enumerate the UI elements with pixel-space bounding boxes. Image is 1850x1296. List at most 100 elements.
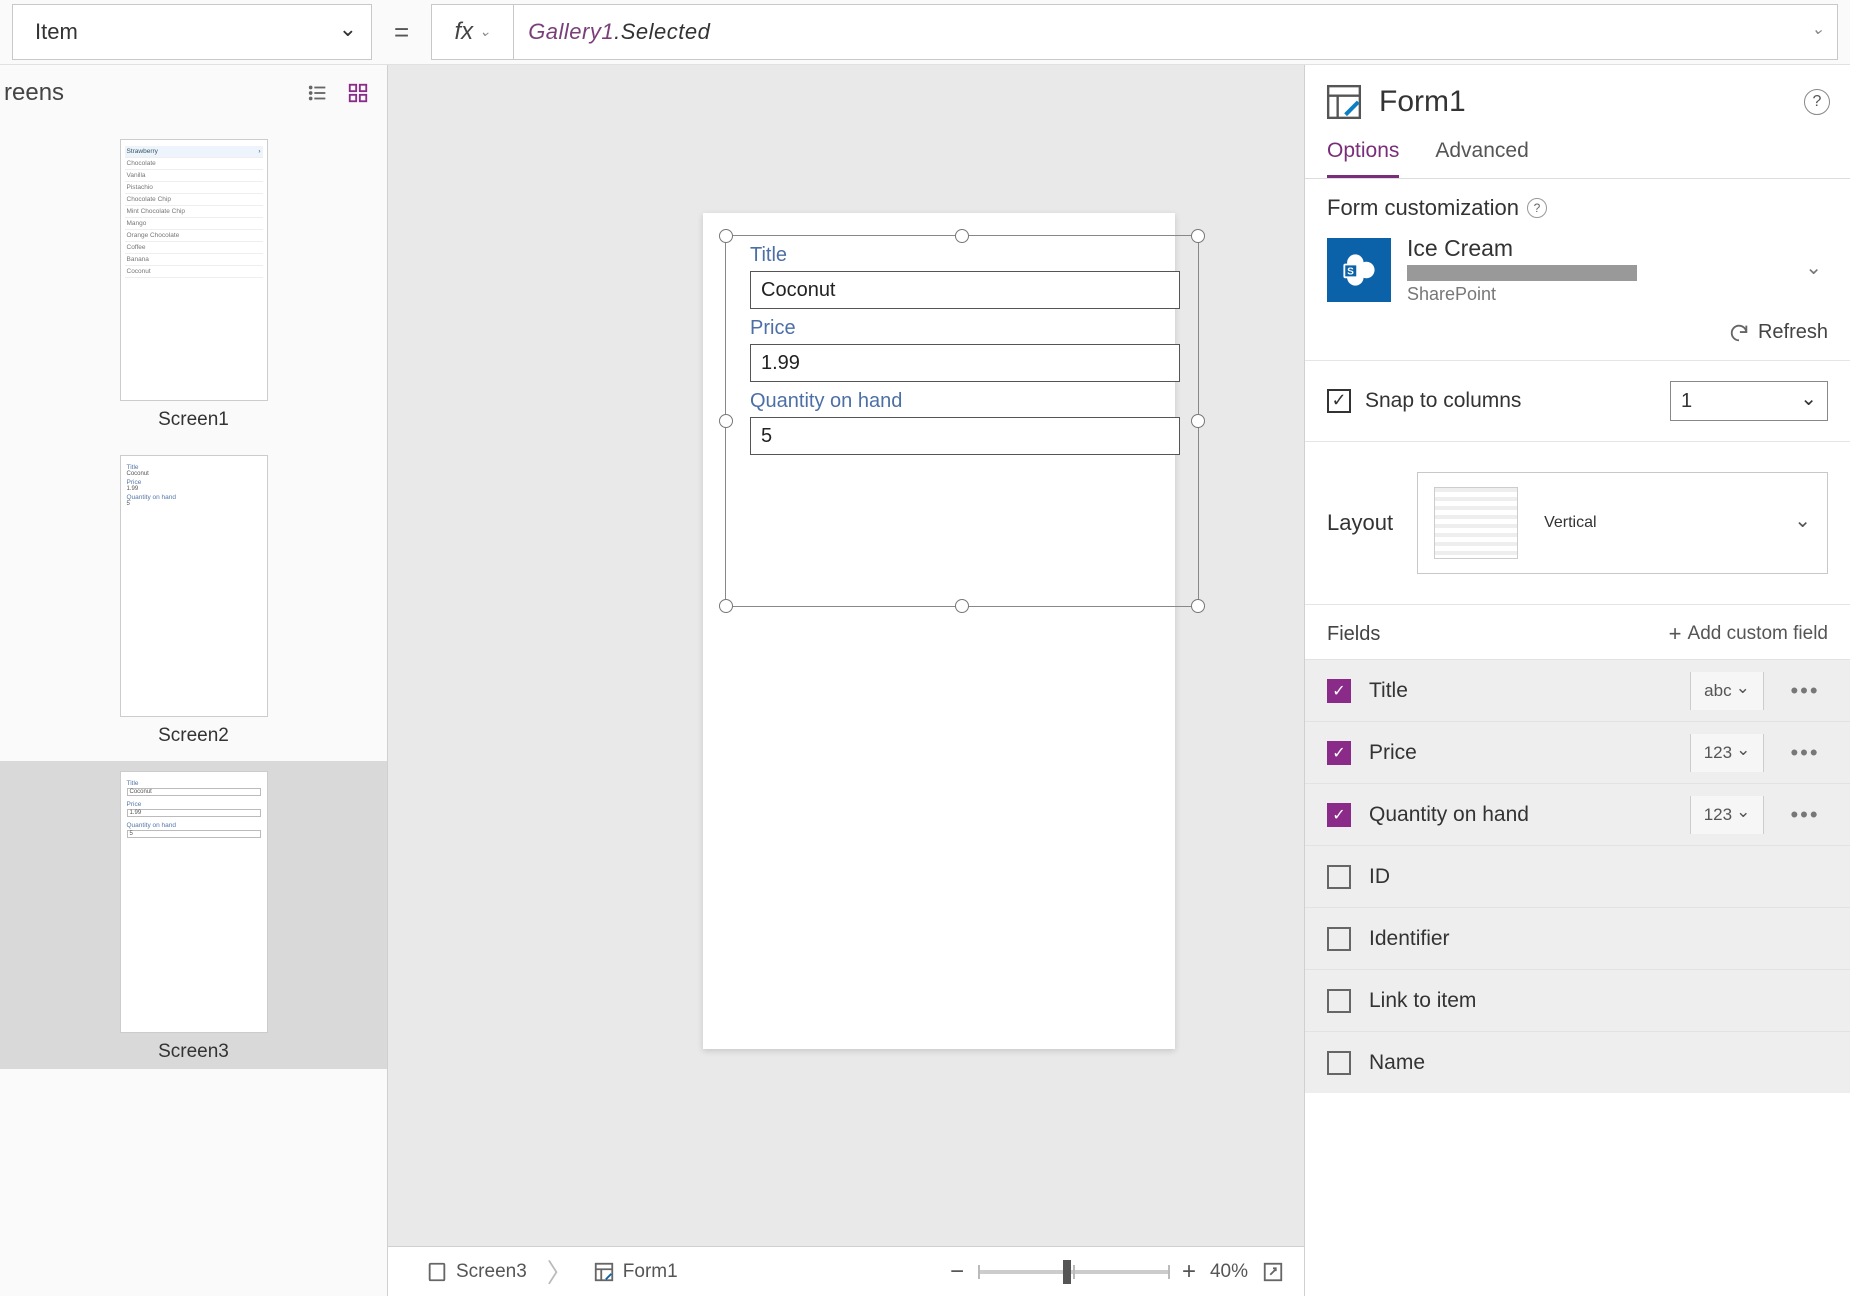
redacted-text xyxy=(1407,265,1637,281)
field-row-title[interactable]: Title abc ••• xyxy=(1305,659,1850,721)
field-checkbox[interactable] xyxy=(1327,1051,1351,1075)
zoom-in-button[interactable]: + xyxy=(1182,1258,1196,1286)
field-row-link[interactable]: Link to item xyxy=(1305,969,1850,1031)
expand-formula-icon[interactable] xyxy=(1811,22,1825,42)
layout-preview-icon xyxy=(1434,487,1518,559)
field-row-identifier[interactable]: Identifier xyxy=(1305,907,1850,969)
field-label-price: Price xyxy=(750,317,1174,340)
form-icon xyxy=(1325,83,1363,121)
tab-advanced[interactable]: Advanced xyxy=(1435,131,1528,178)
screen3-label: Screen3 xyxy=(158,1041,229,1063)
chevron-down-icon xyxy=(1805,258,1828,283)
field-menu-icon[interactable]: ••• xyxy=(1782,740,1828,766)
help-icon[interactable]: ? xyxy=(1804,89,1830,115)
thumbnail-view-icon[interactable] xyxy=(347,82,369,104)
field-checkbox[interactable] xyxy=(1327,679,1351,703)
screen2-label: Screen2 xyxy=(158,725,229,747)
resize-handle[interactable] xyxy=(719,229,733,243)
phone-frame: Title Price Quantity on hand xyxy=(703,213,1175,1049)
resize-handle[interactable] xyxy=(719,599,733,613)
field-row-id[interactable]: ID xyxy=(1305,845,1850,907)
fx-button[interactable]: fx xyxy=(431,4,513,60)
form-icon xyxy=(593,1261,615,1283)
snap-label: Snap to columns xyxy=(1365,389,1656,413)
field-label-title: Title xyxy=(750,244,1174,267)
field-type-dropdown[interactable]: 123 xyxy=(1690,734,1764,772)
chevron-down-icon xyxy=(479,26,491,43)
field-menu-icon[interactable]: ••• xyxy=(1782,802,1828,828)
screen1-preview: Strawberry› Chocolate Vanilla Pistachio … xyxy=(120,139,268,401)
field-row-price[interactable]: Price 123 ••• xyxy=(1305,721,1850,783)
breadcrumb-sep: 〉 xyxy=(545,1253,575,1290)
form-customization-header: Form customization xyxy=(1327,195,1519,221)
price-input[interactable] xyxy=(750,344,1180,382)
field-row-qty[interactable]: Quantity on hand 123 ••• xyxy=(1305,783,1850,845)
field-checkbox[interactable] xyxy=(1327,741,1351,765)
list-view-icon[interactable] xyxy=(307,82,329,104)
screen-thumbnail-1[interactable]: Strawberry› Chocolate Vanilla Pistachio … xyxy=(0,129,387,437)
tab-options[interactable]: Options xyxy=(1327,131,1399,178)
layout-label: Layout xyxy=(1327,510,1393,536)
field-row-name[interactable]: Name xyxy=(1305,1031,1850,1093)
screen-thumbnail-3[interactable]: Title Coconut Price 1.99 Quantity on han… xyxy=(0,761,387,1069)
screen2-preview: Title Coconut Price 1.99 Quantity on han… xyxy=(120,455,268,717)
fit-screen-icon[interactable] xyxy=(1262,1261,1284,1283)
status-bar: Screen3 〉 Form1 − + 40% xyxy=(388,1246,1304,1296)
screen1-label: Screen1 xyxy=(158,409,229,431)
chevron-down-icon xyxy=(1800,389,1817,414)
field-label-qty: Quantity on hand xyxy=(750,390,1174,413)
title-input[interactable] xyxy=(750,271,1180,309)
refresh-button[interactable]: Refresh xyxy=(1327,321,1828,344)
layout-dropdown[interactable]: Vertical xyxy=(1417,472,1828,574)
datasource-selector[interactable]: S Ice Cream SharePoint xyxy=(1327,235,1828,305)
zoom-level: 40% xyxy=(1210,1261,1248,1283)
resize-handle[interactable] xyxy=(1191,599,1205,613)
zoom-slider[interactable] xyxy=(978,1270,1168,1274)
screen3-preview: Title Coconut Price 1.99 Quantity on han… xyxy=(120,771,268,1033)
property-name: Item xyxy=(35,19,78,45)
fields-header: Fields xyxy=(1327,623,1380,646)
chevron-down-icon xyxy=(1794,511,1811,536)
equals-sign: = xyxy=(394,17,409,48)
plus-icon: + xyxy=(1669,621,1682,647)
field-checkbox[interactable] xyxy=(1327,989,1351,1013)
resize-handle[interactable] xyxy=(1191,229,1205,243)
fx-icon: fx xyxy=(454,18,473,46)
properties-panel: Form1 ? Options Advanced Form customizat… xyxy=(1304,65,1850,1296)
field-checkbox[interactable] xyxy=(1327,865,1351,889)
resize-handle[interactable] xyxy=(1191,414,1205,428)
resize-handle[interactable] xyxy=(719,414,733,428)
selected-form[interactable]: Title Price Quantity on hand xyxy=(725,235,1199,607)
add-custom-field-button[interactable]: + Add custom field xyxy=(1669,621,1828,647)
screen-thumbnail-2[interactable]: Title Coconut Price 1.99 Quantity on han… xyxy=(0,445,387,753)
resize-handle[interactable] xyxy=(955,599,969,613)
screens-header: reens xyxy=(4,79,64,107)
canvas[interactable]: Title Price Quantity on hand Screen3 〉 xyxy=(388,65,1304,1296)
field-type-dropdown[interactable]: abc xyxy=(1690,672,1764,710)
snap-checkbox[interactable] xyxy=(1327,389,1351,413)
svg-text:S: S xyxy=(1347,267,1354,278)
formula-chain: .Selected xyxy=(614,19,710,45)
breadcrumb-screen[interactable]: Screen3 xyxy=(408,1247,545,1296)
field-checkbox[interactable] xyxy=(1327,927,1351,951)
field-type-dropdown[interactable]: 123 xyxy=(1690,796,1764,834)
breadcrumb-form[interactable]: Form1 xyxy=(575,1247,696,1296)
formula-bar[interactable]: Gallery1.Selected xyxy=(513,4,1838,60)
refresh-icon xyxy=(1728,322,1750,344)
qty-input[interactable] xyxy=(750,417,1180,455)
screen-icon xyxy=(426,1261,448,1283)
property-dropdown[interactable]: Item xyxy=(12,4,372,60)
screens-panel: reens Strawberry› Chocolate Vanilla Pist… xyxy=(0,65,388,1296)
field-checkbox[interactable] xyxy=(1327,803,1351,827)
formula-identifier: Gallery1 xyxy=(528,19,614,45)
resize-handle[interactable] xyxy=(955,229,969,243)
field-menu-icon[interactable]: ••• xyxy=(1782,678,1828,704)
panel-title: Form1 xyxy=(1379,85,1466,119)
help-icon[interactable]: ? xyxy=(1527,198,1547,218)
zoom-out-button[interactable]: − xyxy=(950,1258,964,1286)
columns-dropdown[interactable]: 1 xyxy=(1670,381,1828,421)
sharepoint-icon: S xyxy=(1327,238,1391,302)
datasource-platform: SharePoint xyxy=(1407,284,1637,305)
chevron-down-icon xyxy=(339,19,357,45)
datasource-name: Ice Cream xyxy=(1407,235,1637,262)
